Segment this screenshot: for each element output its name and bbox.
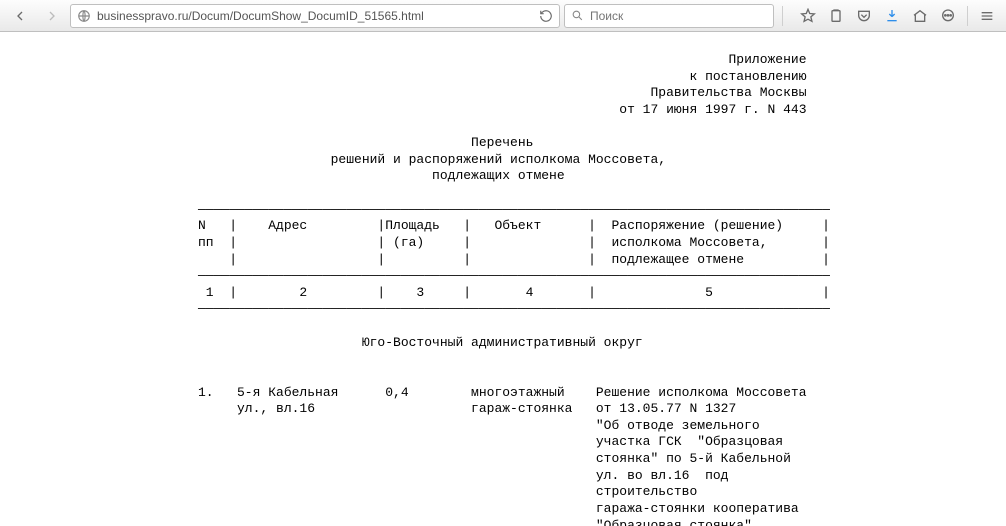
home-icon[interactable] [907,3,933,29]
toolbar-right [791,3,1000,29]
document-page: Приложение к постановлению Правительства… [0,32,1006,526]
url-bar[interactable] [70,4,560,28]
search-input[interactable] [590,9,767,23]
browser-toolbar [0,0,1006,32]
chat-icon[interactable] [935,3,961,29]
back-button[interactable] [6,3,34,29]
bookmark-icon[interactable] [795,3,821,29]
forward-button[interactable] [38,3,66,29]
divider [782,6,783,26]
document-body: Приложение к постановлению Правительства… [198,52,808,526]
pocket-icon[interactable] [851,3,877,29]
page-viewport[interactable]: Приложение к постановлению Правительства… [0,32,1006,526]
globe-icon [77,9,91,23]
search-bar[interactable] [564,4,774,28]
search-icon [571,9,584,22]
reload-icon[interactable] [539,9,553,23]
url-input[interactable] [97,9,533,23]
clipboard-icon[interactable] [823,3,849,29]
divider [967,6,968,26]
menu-icon[interactable] [974,3,1000,29]
download-icon[interactable] [879,3,905,29]
